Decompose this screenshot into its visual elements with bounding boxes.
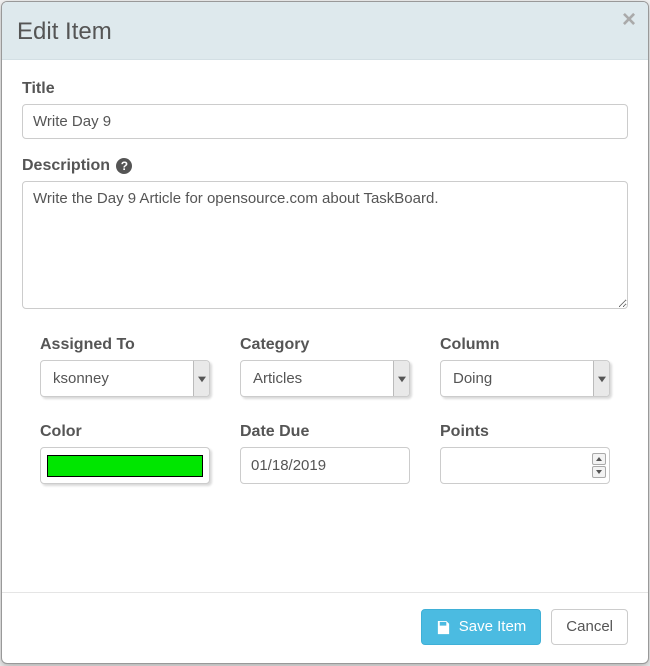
category-select[interactable]: Articles — [240, 360, 410, 397]
color-swatch — [47, 455, 203, 477]
chevron-down-icon — [393, 361, 409, 396]
date-due-input[interactable] — [240, 447, 410, 484]
category-value: Articles — [253, 370, 302, 387]
cancel-label: Cancel — [566, 618, 613, 636]
modal-body: Title Description ? Write the Day 9 Arti… — [2, 60, 648, 592]
edit-item-modal: Edit Item × Title Description ? Write th… — [1, 1, 649, 664]
column-select[interactable]: Doing — [440, 360, 610, 397]
category-label: Category — [240, 336, 410, 354]
modal-title: Edit Item — [17, 16, 633, 47]
points-spinner — [592, 453, 606, 478]
spinner-up-button[interactable] — [592, 453, 606, 465]
assigned-to-select[interactable]: ksonney — [40, 360, 210, 397]
modal-header: Edit Item × — [2, 2, 648, 60]
save-item-label: Save Item — [459, 618, 527, 636]
column-value: Doing — [453, 370, 492, 387]
title-label: Title — [22, 80, 628, 98]
assigned-to-value: ksonney — [53, 370, 109, 387]
help-icon[interactable]: ? — [116, 158, 132, 174]
color-label: Color — [40, 423, 210, 441]
points-input[interactable] — [440, 447, 610, 484]
description-textarea[interactable]: Write the Day 9 Article for opensource.c… — [22, 181, 628, 309]
save-icon — [436, 620, 451, 635]
save-item-button[interactable]: Save Item — [421, 609, 542, 645]
close-icon[interactable]: × — [622, 8, 636, 32]
chevron-down-icon — [593, 361, 609, 396]
chevron-down-icon — [193, 361, 209, 396]
description-label: Description — [22, 157, 110, 174]
color-picker[interactable] — [40, 447, 210, 484]
title-input[interactable] — [22, 104, 628, 139]
date-due-label: Date Due — [240, 423, 410, 441]
cancel-button[interactable]: Cancel — [551, 609, 628, 645]
points-label: Points — [440, 423, 610, 441]
assigned-to-label: Assigned To — [40, 336, 210, 354]
column-label: Column — [440, 336, 610, 354]
modal-footer: Save Item Cancel — [2, 592, 648, 663]
spinner-down-button[interactable] — [592, 466, 606, 478]
